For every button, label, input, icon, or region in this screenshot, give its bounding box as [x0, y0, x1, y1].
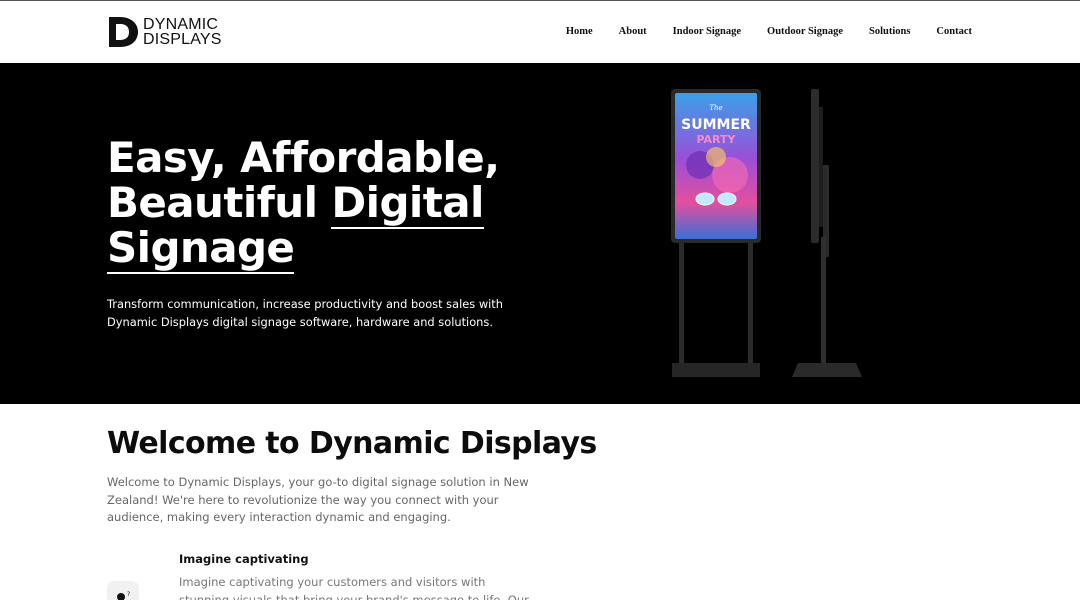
- hero-title: Easy, Affordable, Beautiful Digital Sign…: [107, 133, 527, 274]
- screen-text-party: PARTY: [696, 133, 736, 146]
- svg-text:?: ?: [127, 591, 130, 598]
- main-nav: Home About Indoor Signage Outdoor Signag…: [540, 26, 972, 37]
- hero-title-line2: Beautiful Digital: [107, 178, 527, 229]
- hero-section: Easy, Affordable, Beautiful Digital Sign…: [0, 63, 1080, 404]
- welcome-text: Welcome to Dynamic Displays, your go-to …: [107, 475, 529, 524]
- logo[interactable]: DYNAMIC DISPLAYS: [107, 14, 222, 50]
- nav-contact[interactable]: Contact: [936, 26, 972, 37]
- screen-text-summer: SUMMER: [681, 117, 751, 133]
- hero-title-highlight-signage: Signage: [107, 223, 295, 274]
- logo-text-line1: DYNAMIC: [143, 16, 219, 33]
- nav-indoor-signage[interactable]: Indoor Signage: [673, 26, 741, 37]
- nav-solutions[interactable]: Solutions: [869, 26, 910, 37]
- logo-text-line2: DISPLAYS: [143, 31, 222, 48]
- nav-home[interactable]: Home: [566, 26, 593, 37]
- hero-subtitle: Transform communication, increase produc…: [107, 297, 503, 329]
- site-header: DYNAMIC DISPLAYS Home About Indoor Signa…: [0, 0, 1080, 63]
- idea-icon: ?: [107, 581, 139, 600]
- hero-title-highlight-digital: Digital: [331, 178, 484, 229]
- hero-title-line2-a: Beautiful: [107, 178, 332, 227]
- kiosk-side-image: [792, 89, 862, 377]
- feature-title: Imagine captivating: [179, 552, 309, 566]
- hero-title-line1: Easy, Affordable,: [107, 133, 500, 182]
- nav-about[interactable]: About: [619, 26, 647, 37]
- feature-text: Imagine captivating your customers and v…: [179, 575, 529, 600]
- logo-d-icon: [109, 17, 138, 47]
- kiosk-front-image: The SUMMER PARTY: [671, 89, 761, 377]
- welcome-title: Welcome to Dynamic Displays: [107, 426, 597, 461]
- screen-text-small: The: [709, 104, 722, 112]
- nav-outdoor-signage[interactable]: Outdoor Signage: [767, 26, 843, 37]
